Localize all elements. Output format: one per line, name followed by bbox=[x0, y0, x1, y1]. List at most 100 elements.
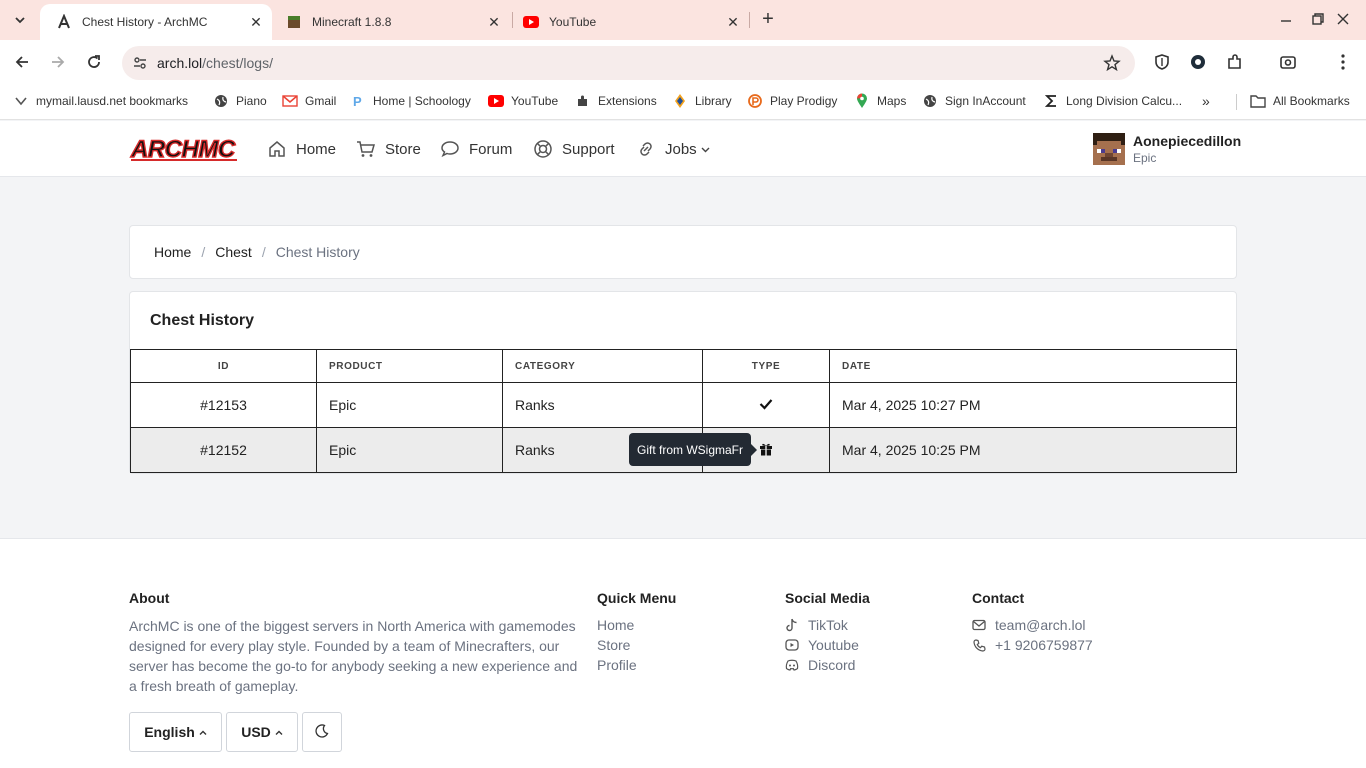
bookmark-star-icon[interactable] bbox=[1103, 54, 1121, 72]
archmc-logo[interactable]: ARCHMC bbox=[129, 135, 239, 163]
bookmark-extensions[interactable]: Extensions bbox=[575, 92, 657, 110]
chevron-up-icon bbox=[275, 724, 283, 740]
kebab-menu-icon[interactable] bbox=[1333, 52, 1353, 72]
close-tab-icon[interactable]: ✕ bbox=[248, 14, 264, 30]
gift-tooltip: Gift from WSigmaFr bbox=[629, 433, 758, 466]
theme-toggle-button[interactable] bbox=[302, 712, 342, 752]
nav-home[interactable]: Home bbox=[266, 138, 336, 160]
breadcrumb-chest[interactable]: Chest bbox=[215, 244, 252, 260]
tab-search-chevron-icon[interactable] bbox=[8, 8, 32, 32]
shield-extension-icon[interactable] bbox=[1152, 52, 1172, 72]
currency-selector[interactable]: USD bbox=[226, 712, 298, 752]
forward-arrow-icon[interactable] bbox=[44, 48, 72, 76]
bookmark-prodigy[interactable]: Play Prodigy bbox=[747, 92, 837, 110]
chevron-down-icon bbox=[701, 141, 710, 158]
bookmark-maps[interactable]: Maps bbox=[854, 92, 906, 110]
more-bookmarks-chevron-icon[interactable]: » bbox=[1202, 92, 1210, 110]
breadcrumb-separator: / bbox=[261, 244, 266, 260]
nav-forum[interactable]: Forum bbox=[439, 138, 512, 160]
nav-support[interactable]: Support bbox=[532, 138, 615, 160]
tab-minecraft[interactable]: Minecraft 1.8.8 ✕ bbox=[270, 4, 510, 40]
footer-link-profile[interactable]: Profile bbox=[597, 657, 637, 673]
bookmark-long-division[interactable]: Long Division Calcu... bbox=[1043, 92, 1182, 110]
check-icon[interactable] bbox=[759, 397, 773, 413]
close-tab-icon[interactable]: ✕ bbox=[486, 14, 502, 30]
bookmark-gmail[interactable]: Gmail bbox=[282, 92, 336, 110]
breadcrumb-card: Home / Chest / Chest History bbox=[129, 225, 1237, 279]
cell-date: Mar 4, 2025 10:27 PM bbox=[829, 382, 1237, 428]
cell-product: Epic bbox=[316, 427, 503, 473]
column-header-date: DATE bbox=[829, 349, 1237, 383]
home-icon bbox=[266, 138, 288, 160]
all-bookmarks[interactable]: All Bookmarks bbox=[1250, 92, 1350, 110]
table-row: #12153 Epic Ranks Mar 4, 2025 10:27 PM bbox=[130, 382, 1237, 428]
close-window-icon[interactable] bbox=[1330, 6, 1356, 32]
footer-link-store[interactable]: Store bbox=[597, 637, 630, 653]
social-link-youtube[interactable]: Youtube bbox=[785, 637, 859, 653]
phone-icon bbox=[972, 638, 986, 652]
circle-extension-icon[interactable] bbox=[1188, 52, 1208, 72]
username[interactable]: Aonepiecedillon bbox=[1133, 133, 1241, 149]
bookmark-youtube[interactable]: YouTube bbox=[488, 92, 558, 110]
back-arrow-icon[interactable] bbox=[8, 48, 36, 76]
url-host: arch.lol bbox=[157, 55, 203, 71]
breadcrumb-home[interactable]: Home bbox=[154, 244, 191, 260]
about-text: ArchMC is one of the biggest servers in … bbox=[129, 618, 578, 694]
bookmark-schoology[interactable]: P Home | Schoology bbox=[350, 92, 471, 110]
cell-id: #12153 bbox=[130, 382, 317, 428]
bookmark-label: Piano bbox=[236, 94, 267, 108]
url-text: arch.lol/chest/logs/ bbox=[157, 55, 273, 71]
tab-youtube[interactable]: YouTube ✕ bbox=[507, 4, 749, 40]
cart-icon bbox=[355, 138, 377, 160]
contact-phone[interactable]: +1 9206759877 bbox=[972, 637, 1093, 653]
site-header: ARCHMC Home Store Forum Support Jobs Aon… bbox=[0, 121, 1366, 177]
reload-icon[interactable] bbox=[80, 48, 108, 76]
restore-icon[interactable] bbox=[1305, 6, 1331, 32]
minimize-icon[interactable] bbox=[1273, 6, 1299, 32]
chat-bubble-icon bbox=[439, 138, 461, 160]
moon-icon bbox=[315, 723, 329, 741]
browser-tab-bar: Chest History - ArchMC ✕ Minecraft 1.8.8… bbox=[0, 0, 1366, 40]
library-icon bbox=[672, 93, 688, 109]
user-avatar[interactable] bbox=[1093, 133, 1125, 165]
language-selector[interactable]: English bbox=[129, 712, 222, 752]
cell-type bbox=[702, 382, 830, 428]
new-tab-plus-icon[interactable]: + bbox=[757, 8, 779, 30]
screenshot-lens-icon[interactable] bbox=[1278, 52, 1298, 72]
social-link-tiktok[interactable]: TikTok bbox=[785, 617, 848, 633]
nav-jobs-dropdown[interactable]: Jobs bbox=[635, 138, 710, 160]
contact-label: +1 9206759877 bbox=[995, 637, 1093, 653]
close-tab-icon[interactable]: ✕ bbox=[725, 14, 741, 30]
prodigy-icon bbox=[747, 93, 763, 109]
bookmark-piano[interactable]: Piano bbox=[213, 92, 267, 110]
cell-product: Epic bbox=[316, 382, 503, 428]
bookmark-label: Gmail bbox=[305, 94, 337, 108]
bookmark-label: Home | Schoology bbox=[373, 94, 471, 108]
address-bar[interactable]: arch.lol/chest/logs/ bbox=[122, 46, 1135, 80]
currency-value: USD bbox=[241, 724, 271, 740]
bookmark-mymail[interactable]: mymail.lausd.net bookmarks bbox=[13, 92, 188, 110]
social-link-discord[interactable]: Discord bbox=[785, 657, 855, 673]
gmail-icon bbox=[282, 93, 298, 109]
browser-toolbar: arch.lol/chest/logs/ bbox=[0, 40, 1366, 84]
column-header-category: CATEGORY bbox=[502, 349, 703, 383]
column-header-id: ID bbox=[130, 349, 317, 383]
nav-store[interactable]: Store bbox=[355, 138, 421, 160]
bookmark-library[interactable]: Library bbox=[672, 92, 732, 110]
lifebuoy-icon bbox=[532, 138, 554, 160]
bookmark-label: Extensions bbox=[598, 94, 657, 108]
language-value: English bbox=[144, 724, 195, 740]
gift-icon[interactable] bbox=[759, 443, 773, 459]
footer-link-home[interactable]: Home bbox=[597, 617, 634, 633]
globe-icon bbox=[922, 93, 938, 109]
bookmark-label: mymail.lausd.net bookmarks bbox=[36, 94, 189, 108]
contact-heading: Contact bbox=[972, 590, 1025, 606]
tab-chest-history[interactable]: Chest History - ArchMC ✕ bbox=[40, 4, 272, 40]
site-info-icon[interactable] bbox=[132, 55, 148, 71]
puzzle-extensions-icon[interactable] bbox=[1225, 52, 1245, 72]
globe-icon bbox=[213, 93, 229, 109]
bookmark-label: YouTube bbox=[511, 94, 559, 108]
bookmark-sign-in[interactable]: Sign InAccount bbox=[922, 92, 1026, 110]
folder-icon bbox=[1250, 93, 1266, 109]
contact-email[interactable]: team@arch.lol bbox=[972, 617, 1085, 633]
